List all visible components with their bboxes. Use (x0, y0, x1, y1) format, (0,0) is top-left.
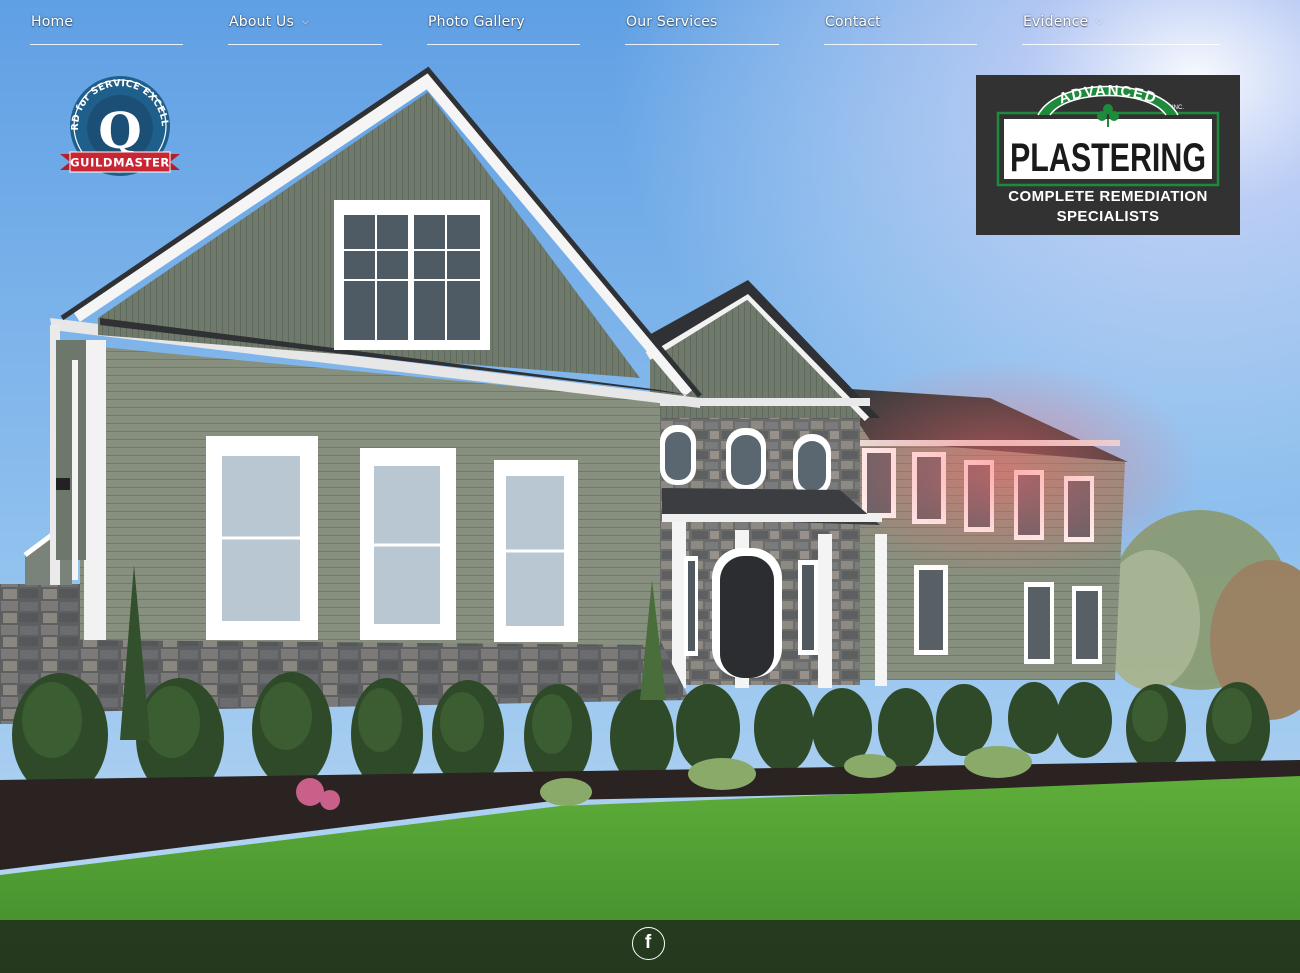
nav-contact-label: Contact (825, 14, 881, 30)
logo-slogan-line2: SPECIALISTS (1056, 208, 1160, 225)
chevron-down-icon: ⌵ (1096, 17, 1103, 27)
nav-about-us-label: About Us (229, 14, 294, 30)
facebook-button[interactable]: f (632, 927, 665, 960)
nav-home-label: Home (31, 14, 74, 30)
nav-our-services[interactable]: Our Services (625, 0, 779, 45)
nav-home[interactable]: Home (30, 0, 183, 45)
nav-evidence-label: Evidence (1023, 14, 1089, 30)
svg-text:ADVANCED: ADVANCED (1057, 82, 1160, 107)
nav-photo-gallery-label: Photo Gallery (428, 14, 525, 30)
main-nav: Home About Us ⌵ Photo Gallery Our Servic… (0, 0, 1300, 50)
badge-ribbon-text: GUILDMASTER (70, 156, 170, 170)
badge-q-letter: Q (98, 101, 142, 160)
company-logo[interactable]: ADVANCED INC. PLASTERING COMPLETE REMEDI… (976, 75, 1240, 235)
chevron-down-icon: ⌵ (302, 17, 309, 27)
nav-our-services-label: Our Services (626, 14, 718, 30)
nav-photo-gallery[interactable]: Photo Gallery (427, 0, 580, 45)
guildmaster-badge[interactable]: AWARD for SERVICE EXCELLENCE Q GUILDMAST… (58, 72, 182, 180)
logo-brand-suffix: INC. (1172, 105, 1184, 111)
logo-brand-top: ADVANCED (1057, 82, 1158, 107)
logo-slogan-line1: COMPLETE REMEDIATION (1008, 188, 1208, 205)
facebook-icon: f (644, 932, 652, 953)
nav-contact[interactable]: Contact (824, 0, 977, 45)
nav-about-us[interactable]: About Us ⌵ (228, 0, 382, 45)
logo-brand-main: PLASTERING (1010, 136, 1206, 180)
nav-evidence[interactable]: Evidence ⌵ (1022, 0, 1220, 45)
